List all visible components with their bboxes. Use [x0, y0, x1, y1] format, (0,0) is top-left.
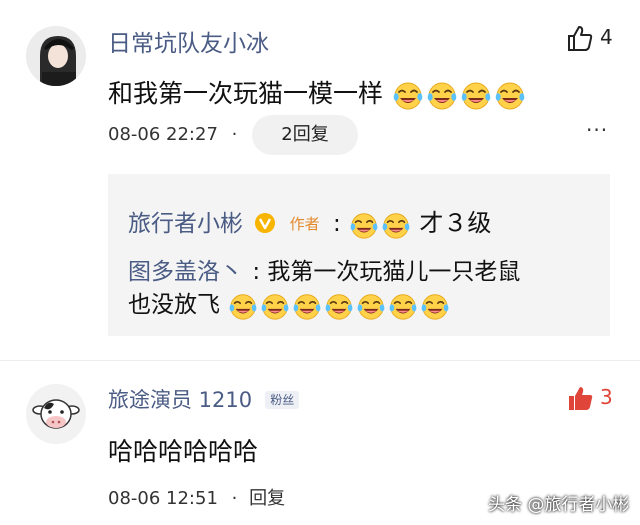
user-avatar[interactable] [26, 384, 86, 444]
comment-username[interactable]: 日常坑队友小冰 [108, 24, 269, 58]
like-button[interactable]: 4 [566, 24, 626, 54]
colon: : [252, 259, 261, 285]
comment-timestamp: 08-06 22:27 · [108, 124, 237, 145]
reply-link[interactable]: 回复 [249, 488, 285, 509]
sub-reply-author: 旅行者小彬 作者 : 才３级 [128, 203, 491, 240]
like-button[interactable]: 3 [566, 384, 626, 414]
crying-laughing-emoji [389, 293, 417, 320]
comment-text: 哈哈哈哈哈哈 [108, 437, 259, 466]
sub-reply-2: 图多盖洛丶 : 我第一次玩猫儿一只老鼠 [128, 252, 520, 286]
watermark: 头条 @旅行者小彬 [488, 495, 630, 515]
crying-laughing-emoji [357, 293, 385, 320]
separator-dot: · [231, 124, 238, 145]
view-replies-button[interactable]: 2回复 [252, 115, 358, 155]
comment-username[interactable]: 旅途演员 1210 [108, 388, 252, 412]
author-tag: 作者 [289, 215, 320, 233]
crying-laughing-emoji [461, 82, 491, 110]
comment-timestamp: 08-06 12:51 · 回复 [108, 484, 285, 510]
crying-laughing-emoji [427, 82, 457, 110]
crying-laughing-emoji [382, 212, 410, 239]
thumbs-up-icon [569, 387, 593, 410]
fan-badge: 粉丝 [265, 391, 300, 409]
separator-dot: · [231, 488, 238, 509]
comment-username-row: 旅途演员 1210 粉丝 [108, 384, 300, 414]
sub-reply-author-text: 才３级 [419, 209, 492, 237]
sub-reply-username[interactable]: 图多盖洛丶 [128, 259, 243, 285]
emoji-row [227, 292, 451, 320]
cow-avatar [26, 384, 86, 444]
crying-laughing-emoji [421, 293, 449, 320]
thumbs-up-icon [568, 26, 593, 51]
comment-divider [0, 360, 640, 361]
sub-reply-author-name[interactable]: 旅行者小彬 [128, 211, 243, 237]
colon: : [332, 211, 341, 237]
sub-reply-text-line1: 我第一次玩猫儿一只老鼠 [267, 259, 521, 285]
user-avatar[interactable] [26, 26, 86, 86]
crying-laughing-emoji [293, 293, 321, 320]
crying-laughing-emoji [350, 212, 378, 239]
sub-reply-2-line2: 也没放飞 [128, 285, 451, 321]
crying-laughing-emoji [325, 293, 353, 320]
verified-v-icon [255, 213, 276, 233]
like-count: 4 [600, 25, 613, 49]
emoji-row [348, 211, 412, 239]
emoji-row [391, 79, 527, 110]
crying-laughing-emoji [495, 82, 525, 110]
comment-date: 08-06 12:51 [108, 488, 218, 509]
more-icon[interactable]: ··· [586, 118, 608, 142]
crying-laughing-emoji [393, 82, 423, 110]
comment-text: 和我第一次玩猫一模一样 [108, 74, 527, 111]
like-count: 3 [600, 385, 613, 409]
crying-laughing-emoji [229, 293, 257, 320]
comment-text-content: 和我第一次玩猫一模一样 [108, 79, 384, 108]
sub-reply-text-line2: 也没放飞 [128, 292, 220, 318]
crying-laughing-emoji [261, 293, 289, 320]
comment-date: 08-06 22:27 [108, 124, 218, 145]
